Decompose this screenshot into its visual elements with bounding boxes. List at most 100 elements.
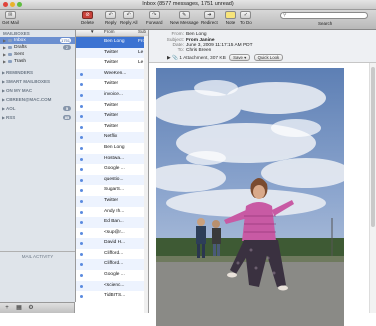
sidebar-section-on-my-mac[interactable]: ▶ ON MY MAC [0, 86, 75, 95]
disclosure-triangle-icon[interactable]: ▶ [167, 56, 171, 61]
table-row[interactable]: invoice... [76, 89, 148, 101]
table-row[interactable]: Netflix [76, 132, 148, 143]
disclosure-triangle-icon[interactable]: ▶ [3, 37, 6, 44]
table-row[interactable]: Google ... [76, 270, 148, 281]
unread-dot-icon [80, 221, 83, 225]
unread-dot-icon [80, 93, 83, 97]
message-headers: From: Ben Long Subject: From Janine Date… [149, 30, 376, 63]
unread-dot-icon [80, 83, 83, 87]
message-list-scrollbar[interactable] [144, 36, 148, 313]
message-pane-scrollbar[interactable] [369, 63, 376, 313]
unread-dot-icon [80, 210, 83, 214]
unread-dot-icon [80, 263, 83, 267]
new-message-button[interactable]: ✎ New Message [170, 11, 199, 25]
attached-photo[interactable] [156, 68, 344, 326]
disclosure-triangle-icon[interactable]: ▶ [3, 51, 6, 58]
message-from: Netflix [104, 134, 118, 140]
table-row[interactable]: <scienc... [76, 280, 148, 292]
table-row[interactable]: Twitter Le [76, 58, 148, 69]
show-activity-button[interactable]: ▦ [14, 304, 24, 312]
disclosure-triangle-icon[interactable]: ▶ [2, 68, 5, 77]
delete-button[interactable]: ⊘ Delete [81, 11, 94, 25]
redirect-icon: ➜ [203, 11, 215, 19]
get-mail-button[interactable]: ✉ Get Mail [2, 11, 19, 25]
toolbar: ✉ Get Mail ⊘ Delete ↶ Reply ↶ Reply All … [0, 10, 376, 30]
sidebar-section-rss[interactable]: ▶ RSS 85 [0, 113, 75, 122]
disclosure-triangle-icon[interactable]: ▶ [3, 58, 6, 65]
action-menu-gear-icon[interactable]: ⚙ [26, 304, 36, 312]
message-from: Twitter [104, 60, 119, 66]
photo-girl-dancing-image [156, 68, 344, 326]
sidebar-section-smart-mailboxes[interactable]: ▶ SMART MAILBOXES [0, 77, 75, 86]
note-button[interactable]: Note [225, 11, 236, 25]
reply-all-button[interactable]: ↶ Reply All [120, 11, 138, 25]
redirect-button[interactable]: ➜ Redirect [201, 11, 218, 25]
disclosure-triangle-icon[interactable]: ▶ [2, 77, 5, 86]
todo-button[interactable]: ✓ To Do [240, 11, 252, 25]
table-row[interactable]: questio... [76, 174, 148, 186]
message-from: WeeKen... [104, 70, 127, 76]
table-row[interactable]: Ben Long Fro [76, 37, 148, 48]
sidebar-section-reminders[interactable]: ▶ REMINDERS [0, 68, 75, 77]
mail-activity-label: MAIL ACTIVITY [21, 254, 54, 259]
unread-dot-icon [80, 136, 83, 140]
scrollbar-thumb[interactable] [371, 67, 375, 227]
sender-name[interactable]: Ben Long [186, 32, 207, 37]
quick-look-button[interactable]: Quick Look [253, 54, 284, 61]
add-mailbox-button[interactable]: + [2, 304, 12, 312]
save-attachment-button[interactable]: Save ▾ [229, 54, 251, 61]
attachment-info: 1 Attachment, 307 KB [179, 55, 226, 61]
message-from: Ben Long [104, 144, 125, 150]
table-row[interactable]: Hostwa... [76, 153, 148, 165]
disclosure-triangle-icon[interactable]: ▶ [2, 86, 5, 95]
message-from: Andy Ih... [104, 208, 125, 214]
message-list-header: ▼ From Sub [76, 29, 148, 37]
sidebar-item-sent[interactable]: ▶ Sent [0, 51, 75, 58]
search-icon: ⚲ [283, 12, 287, 18]
message-pane: From: Ben Long Subject: From Janine Date… [149, 30, 376, 326]
table-row[interactable]: Ed Ban... [76, 217, 148, 228]
table-row[interactable]: Twitter [76, 101, 148, 112]
unread-dot-icon [80, 115, 83, 119]
message-rows: Ben Long Fro Twitter Le Twitter Le WeeKen... Tw… [76, 37, 148, 302]
sidebar-item-trash[interactable]: ▶ Trash [0, 58, 75, 65]
sidebar-section-mac-account[interactable]: ▶ CBREEN@MAC.COM [0, 95, 75, 104]
disclosure-triangle-icon[interactable]: ▶ [3, 44, 6, 51]
disclosure-triangle-icon[interactable]: ▶ [2, 113, 5, 122]
recipient-name[interactable]: Chris Breen [186, 48, 211, 53]
unread-dot-icon [80, 178, 83, 182]
table-row[interactable]: TidBITS... [76, 291, 148, 302]
column-header-subject[interactable]: Sub [138, 29, 146, 34]
search-input[interactable]: ⚲ [280, 12, 368, 19]
table-row[interactable]: Google ... [76, 164, 148, 175]
sidebar-item-drafts[interactable]: ▶ Drafts 2 [0, 44, 75, 51]
table-row[interactable]: Twitter [76, 122, 148, 133]
table-row[interactable]: Clifford... [76, 249, 148, 260]
paperclip-icon: 📎 [172, 55, 179, 61]
table-row[interactable]: Twitter [76, 195, 148, 207]
sort-indicator-icon[interactable]: ▼ [90, 29, 94, 34]
table-row[interactable]: Ben Long [76, 143, 148, 154]
sidebar-item-inbox[interactable]: ▶ Inbox 1751 [0, 37, 75, 44]
unread-dot-icon [80, 242, 83, 246]
sidebar-section-aol[interactable]: ▶ AOL 5 [0, 104, 75, 113]
table-row[interactable]: WeeKen... [76, 68, 148, 80]
reply-button[interactable]: ↶ Reply [105, 11, 117, 25]
table-row[interactable]: <sup@r... [76, 228, 148, 239]
table-row[interactable]: David H... [76, 238, 148, 249]
table-row[interactable]: Twitter Le [76, 47, 148, 59]
sidebar: MAILBOXES ▶ Inbox 1751 ▶ Drafts 2 ▶ Sent… [0, 30, 76, 302]
disclosure-triangle-icon[interactable]: ▶ [2, 104, 5, 113]
table-row[interactable]: Andy Ih... [76, 207, 148, 218]
forward-button[interactable]: ↷ Forward [146, 11, 163, 25]
message-from: Clifford... [104, 261, 124, 267]
table-row[interactable]: Twitter [76, 111, 148, 122]
table-row[interactable]: Twitter [76, 79, 148, 90]
table-row[interactable]: SugarS... [76, 185, 148, 196]
disclosure-triangle-icon[interactable]: ▶ [2, 95, 5, 104]
message-from: Ben Long [104, 39, 125, 44]
table-row[interactable]: Clifford... [76, 259, 148, 271]
unread-dot-icon [80, 157, 83, 161]
unread-dot-icon [80, 274, 83, 278]
column-header-from[interactable]: From [104, 29, 115, 34]
